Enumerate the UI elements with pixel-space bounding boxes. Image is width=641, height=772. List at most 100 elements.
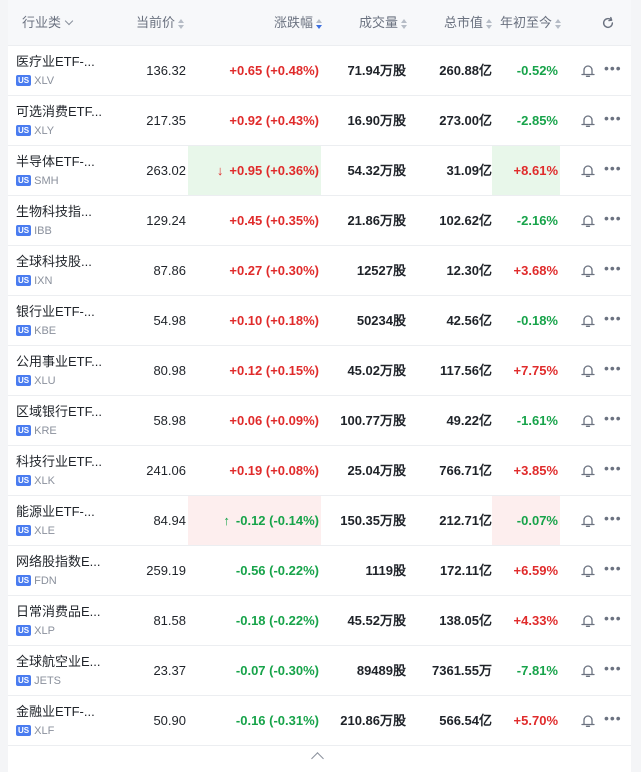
table-row[interactable]: 能源业ETF-... US XLE 84.94 ↑ -0.12 (-0.14%) 1… [8,496,631,546]
table-row[interactable]: 科技行业ETF... US XLK 241.06 +0.19 (+0.08%) 2… [8,446,631,496]
sector-filter[interactable]: 行业类 [22,0,74,46]
bell-icon[interactable] [580,613,596,628]
ytd-change: +8.61% [492,146,560,195]
etf-ticker: US JETS [16,675,61,687]
price-change: ↑ -0.12 (-0.14%) [188,496,321,545]
more-icon[interactable]: ••• [604,361,622,375]
more-icon[interactable]: ••• [604,611,622,625]
bell-icon[interactable] [580,413,596,428]
more-icon[interactable]: ••• [604,661,622,675]
etf-name[interactable]: 网络股指数E... [16,554,116,570]
more-icon[interactable]: ••• [604,211,622,225]
bell-icon[interactable] [580,313,596,328]
bell-icon[interactable] [580,663,596,678]
more-icon[interactable]: ••• [604,261,622,275]
bell-icon[interactable] [580,713,596,728]
price-change: +0.10 (+0.18%) [188,296,321,345]
table-row[interactable]: 全球科技股... US IXN 87.86 +0.27 (+0.30%) 1252… [8,246,631,296]
table-row[interactable]: 金融业ETF-... US XLF 50.90 -0.16 (-0.31%) 21… [8,696,631,746]
bell-icon[interactable] [580,263,596,278]
more-icon[interactable]: ••• [604,711,622,725]
market-badge: US [16,625,32,636]
bell-icon[interactable] [580,563,596,578]
bell-icon[interactable] [580,163,596,178]
bell-icon[interactable] [580,63,596,78]
price-change: -0.07 (-0.30%) [188,646,321,695]
volume: 50234股 [356,313,406,328]
table-row[interactable]: 半导体ETF-... US SMH 263.02 ↓ +0.95 (+0.36%) … [8,146,631,196]
ytd-change: -2.16% [516,213,558,228]
etf-name[interactable]: 金融业ETF-... [16,704,116,720]
more-icon[interactable]: ••• [604,61,622,75]
etf-name[interactable]: 半导体ETF-... [16,154,116,170]
market-cap-header-label: 总市值 [444,15,484,30]
more-icon[interactable]: ••• [604,461,622,475]
volume-header-label: 成交量 [359,15,399,30]
market-cap: 7361.55万 [432,663,492,678]
sort-price-header[interactable]: 当前价 [136,0,185,46]
market-badge: US [16,725,32,736]
sort-change-header[interactable]: 涨跌幅 [274,0,323,46]
table-row[interactable]: 区域银行ETF... US KRE 58.98 +0.06 (+0.09%) 10… [8,396,631,446]
table-row[interactable]: 全球航空业E... US JETS 23.37 -0.07 (-0.30%) 89… [8,646,631,696]
bell-icon[interactable] [580,463,596,478]
sort-market-cap-header[interactable]: 总市值 [444,0,493,46]
more-icon[interactable]: ••• [604,111,622,125]
bell-icon[interactable] [580,113,596,128]
table-row[interactable]: 公用事业ETF... US XLU 80.98 +0.12 (+0.15%) 45… [8,346,631,396]
price-change-value: +0.65 (+0.48%) [229,63,319,78]
etf-name[interactable]: 医疗业ETF-... [16,54,116,70]
etf-name[interactable]: 区域银行ETF... [16,404,116,420]
etf-name[interactable]: 生物科技指... [16,204,116,220]
etf-name[interactable]: 能源业ETF-... [16,504,116,520]
volume: 12527股 [356,263,406,278]
table-row[interactable]: 医疗业ETF-... US XLV 136.32 +0.65 (+0.48%) 7… [8,46,631,96]
bell-icon[interactable] [580,513,596,528]
etf-ticker: US SMH [16,175,59,187]
sort-ytd-header[interactable]: 年初至今 [500,0,562,46]
bell-icon[interactable] [580,363,596,378]
price-change: +0.65 (+0.48%) [188,46,321,95]
volume: 45.02万股 [347,363,406,378]
ytd-change: +3.85% [513,463,558,478]
etf-name[interactable]: 银行业ETF-... [16,304,116,320]
table-row[interactable]: 可选消费ETF... US XLY 217.35 +0.92 (+0.43%) 1… [8,96,631,146]
more-icon[interactable]: ••• [604,511,622,525]
market-badge: US [16,75,32,86]
etf-ticker: US FDN [16,575,57,587]
chevron-up-icon[interactable] [311,752,324,765]
table-row[interactable]: 网络股指数E... US FDN 259.19 -0.56 (-0.22%) 11… [8,546,631,596]
market-cap: 212.71亿 [439,513,492,528]
more-icon[interactable]: ••• [604,311,622,325]
ytd-change: -0.52% [516,63,558,78]
etf-name[interactable]: 公用事业ETF... [16,354,116,370]
price-change: +0.45 (+0.35%) [188,196,321,245]
volume: 1119股 [365,563,407,578]
table-row[interactable]: 银行业ETF-... US KBE 54.98 +0.10 (+0.18%) 50… [8,296,631,346]
ytd-header-label: 年初至今 [500,15,553,30]
price-change-value: +0.10 (+0.18%) [229,313,319,328]
etf-name[interactable]: 科技行业ETF... [16,454,116,470]
table-row[interactable]: 日常消费品E... US XLP 81.58 -0.18 (-0.22%) 45.… [8,596,631,646]
market-badge: US [16,525,32,536]
more-icon[interactable]: ••• [604,161,622,175]
more-icon[interactable]: ••• [604,561,622,575]
price-change: +0.27 (+0.30%) [188,246,321,295]
etf-name[interactable]: 全球科技股... [16,254,116,270]
ticker-symbol: XLP [34,625,55,637]
etf-name[interactable]: 全球航空业E... [16,654,116,670]
volume: 89489股 [356,663,406,678]
volume: 16.90万股 [347,113,406,128]
ticker-symbol: IXN [34,275,53,287]
refresh-icon[interactable] [601,16,615,30]
bell-icon[interactable] [580,213,596,228]
sort-volume-header[interactable]: 成交量 [359,0,408,46]
price-change-value: -0.56 (-0.22%) [235,563,319,578]
etf-name[interactable]: 可选消费ETF... [16,104,116,120]
price-change: +0.06 (+0.09%) [188,396,321,445]
price-change-value: -0.16 (-0.31%) [235,713,319,728]
etf-ticker: US IXN [16,275,52,287]
table-row[interactable]: 生物科技指... US IBB 129.24 +0.45 (+0.35%) 21.… [8,196,631,246]
etf-name[interactable]: 日常消费品E... [16,604,116,620]
more-icon[interactable]: ••• [604,411,622,425]
